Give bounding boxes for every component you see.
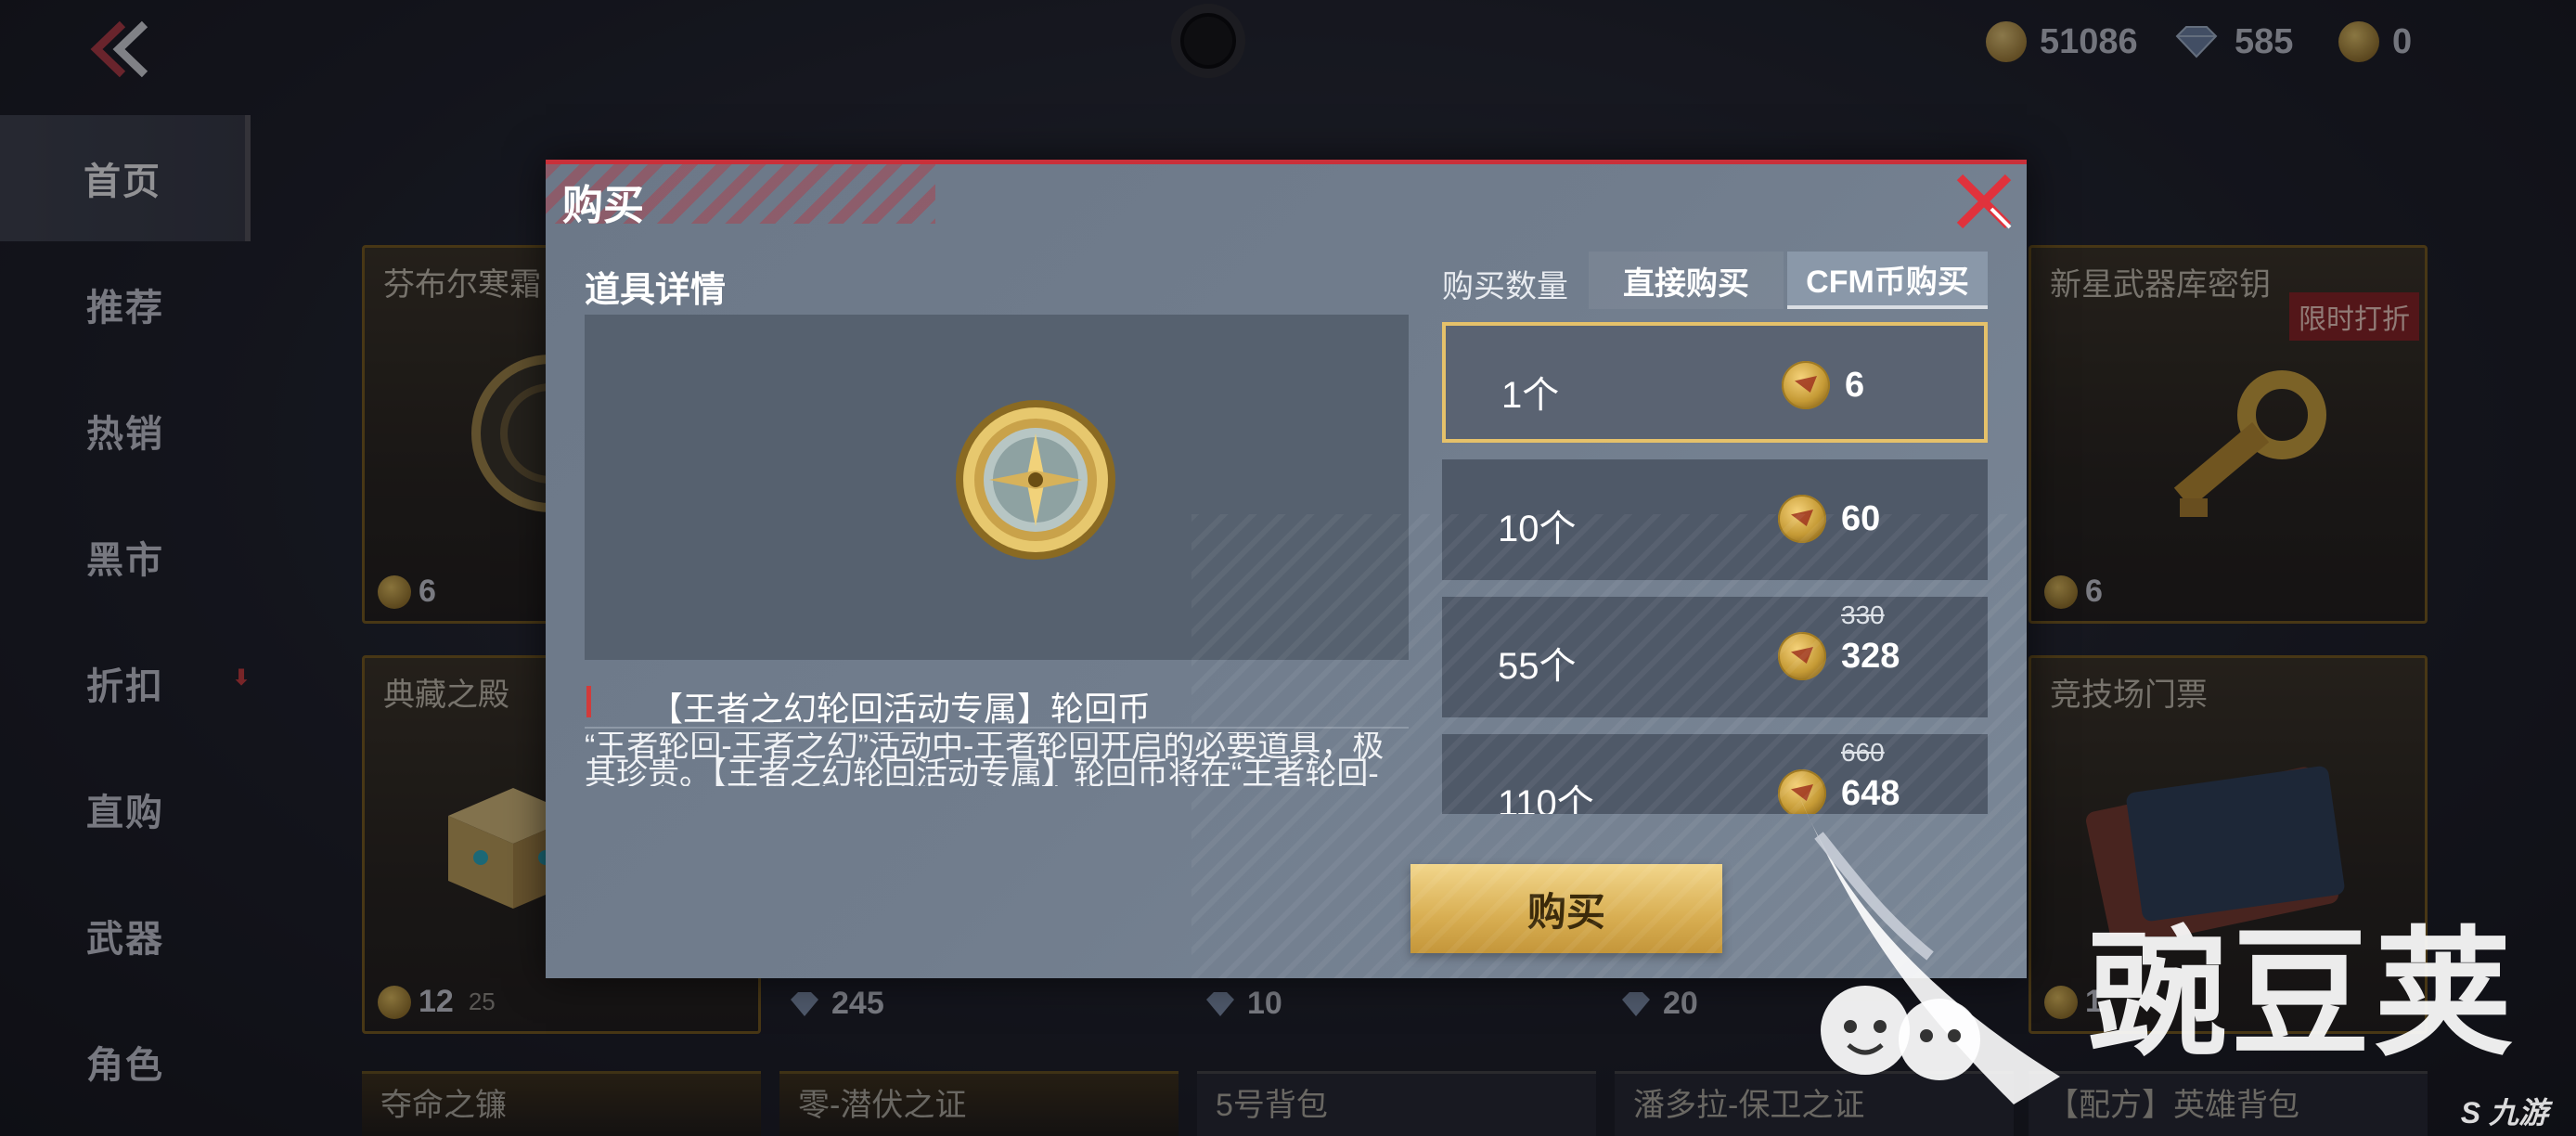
item-name: 【王者之幻轮回活动专属】轮回币 — [650, 690, 1152, 728]
corner-watermark: S 九游 — [2460, 1096, 2548, 1130]
buy-button[interactable]: 购买 — [1410, 864, 1722, 953]
option-quantity: 110个 — [1498, 783, 1594, 814]
option-original-price: 330 — [1841, 600, 1885, 629]
cfm-coin-icon — [1782, 361, 1830, 409]
option-price-value: 328 — [1841, 636, 1900, 676]
quantity-label: 购买数量 — [1442, 269, 1568, 304]
close-button[interactable] — [1949, 166, 2019, 237]
cfm-coin-icon — [1778, 632, 1826, 680]
tab-cfm-coin-buy[interactable]: CFM币购买 — [1787, 252, 1988, 309]
corner-watermark-text: 九游 — [2488, 1096, 2548, 1130]
item-preview — [585, 315, 1409, 660]
quantity-option[interactable]: 330 55个 328 — [1442, 597, 1988, 717]
option-price: 328 — [1778, 632, 1900, 680]
option-price-value: 6 — [1845, 365, 1865, 405]
quantity-option[interactable]: 10个 60 — [1442, 459, 1988, 580]
option-price-value: 60 — [1841, 498, 1881, 538]
option-price: 60 — [1778, 495, 1880, 543]
watermark-logo-icon — [1800, 798, 2060, 1104]
quantity-option[interactable]: 1个 6 — [1442, 322, 1988, 443]
tab-direct-buy[interactable]: 直接购买 — [1589, 252, 1784, 309]
item-description[interactable]: “王者轮回-王者之幻”活动中-王者轮回开启的必要道具，极其珍贵。【王者之幻轮回活… — [585, 732, 1409, 786]
store-screen: 51086 585 0 首页 推荐 热销 黑市 折扣 ⬇ 直购 武器 角色 芬布尔… — [0, 0, 2576, 1136]
watermark-text: 豌豆荚 — [2088, 916, 2518, 1072]
option-quantity: 10个 — [1498, 509, 1577, 549]
quantity-options-list[interactable]: 1个 6 10个 60 330 55个 328 660 110个 648 — [1442, 322, 1988, 814]
dialog-title: 购买 — [562, 183, 644, 228]
option-price: 6 — [1782, 361, 1864, 409]
compass-coin-icon — [956, 400, 1115, 560]
close-icon — [1956, 174, 2012, 229]
option-original-price: 660 — [1841, 738, 1885, 767]
item-details-label: 道具详情 — [585, 271, 727, 310]
option-quantity: 1个 — [1501, 375, 1560, 416]
cfm-coin-icon — [1778, 495, 1826, 543]
option-quantity: 55个 — [1498, 646, 1577, 687]
title-accent-bar — [586, 686, 591, 717]
item-name-row: 【王者之幻轮回活动专属】轮回币 — [585, 682, 1409, 729]
